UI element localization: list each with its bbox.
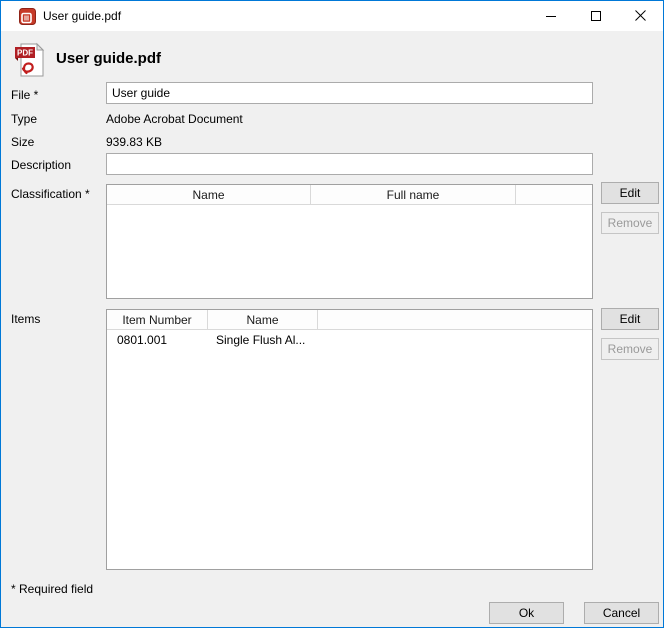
classification-edit-button[interactable]: Edit xyxy=(601,182,659,204)
window-controls xyxy=(528,1,663,30)
titlebar: User guide.pdf xyxy=(1,1,663,31)
window-title: User guide.pdf xyxy=(43,9,121,23)
pdf-icon: PDF xyxy=(14,42,45,82)
items-remove-button[interactable]: Remove xyxy=(601,338,659,360)
file-label: File * xyxy=(11,88,38,102)
description-input[interactable] xyxy=(106,153,593,175)
classification-column-extra xyxy=(516,185,592,204)
type-label: Type xyxy=(11,112,37,126)
items-label: Items xyxy=(11,312,40,326)
items-table-header: Item Number Name xyxy=(107,310,592,330)
required-field-note: * Required field xyxy=(11,582,93,596)
type-value: Adobe Acrobat Document xyxy=(106,112,243,126)
items-table[interactable]: Item Number Name 0801.001 Single Flush A… xyxy=(106,309,593,570)
document-title: User guide.pdf xyxy=(56,50,161,67)
cancel-button[interactable]: Cancel xyxy=(584,602,659,624)
items-edit-button[interactable]: Edit xyxy=(601,308,659,330)
items-column-extra xyxy=(318,310,592,329)
item-name-cell: Single Flush Al... xyxy=(208,333,318,347)
minimize-button[interactable] xyxy=(528,1,573,30)
classification-table[interactable]: Name Full name xyxy=(106,184,593,299)
description-label: Description xyxy=(11,158,71,172)
file-input[interactable] xyxy=(106,82,593,104)
dialog-window: User guide.pdf PDF User guide.pdf File * xyxy=(0,0,664,628)
table-row[interactable]: 0801.001 Single Flush Al... xyxy=(107,330,592,350)
classification-table-header: Name Full name xyxy=(107,185,592,205)
item-number-cell: 0801.001 xyxy=(107,333,208,347)
classification-column-name[interactable]: Name xyxy=(107,185,311,204)
ok-button[interactable]: Ok xyxy=(489,602,564,624)
size-value: 939.83 KB xyxy=(106,135,162,149)
close-button[interactable] xyxy=(618,1,663,30)
classification-label: Classification * xyxy=(11,187,90,201)
classification-remove-button[interactable]: Remove xyxy=(601,212,659,234)
svg-text:PDF: PDF xyxy=(17,49,33,58)
items-column-item-number[interactable]: Item Number xyxy=(107,310,208,329)
maximize-button[interactable] xyxy=(573,1,618,30)
app-icon xyxy=(19,8,36,25)
size-label: Size xyxy=(11,135,34,149)
items-column-name[interactable]: Name xyxy=(208,310,318,329)
classification-column-fullname[interactable]: Full name xyxy=(311,185,516,204)
